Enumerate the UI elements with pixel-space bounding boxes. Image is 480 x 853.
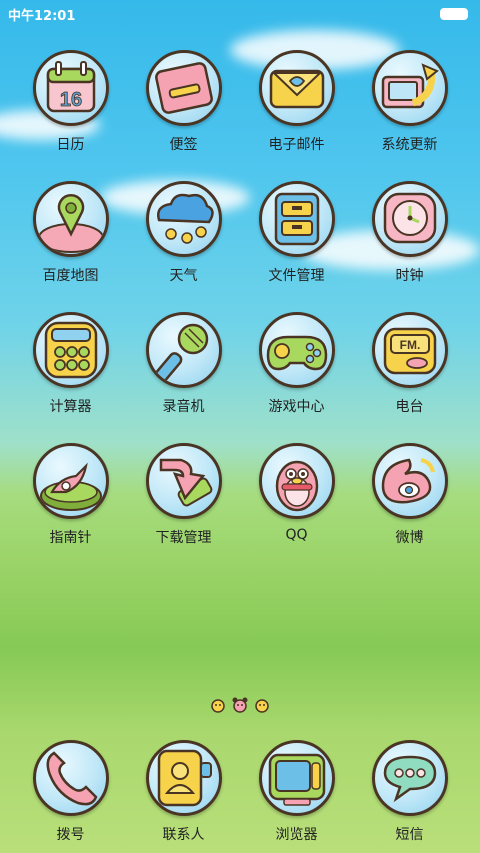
- app-calculator[interactable]: 计算器: [14, 312, 127, 443]
- status-bar: 中午12:01: [0, 0, 480, 28]
- app-label: 联系人: [162, 827, 205, 843]
- file-manager-icon: [258, 181, 335, 257]
- app-label: 录音机: [162, 399, 205, 415]
- app-label: 拨号: [56, 827, 85, 843]
- app-file-manager[interactable]: 文件管理: [240, 181, 353, 312]
- battery-icon: [440, 8, 468, 20]
- app-label: 指南针: [49, 530, 92, 546]
- app-label: 浏览器: [275, 827, 318, 843]
- weather-icon: [145, 181, 222, 257]
- app-system-update[interactable]: 系统更新: [353, 50, 466, 181]
- app-clock[interactable]: 时钟: [353, 181, 466, 312]
- app-notes[interactable]: 便签: [127, 50, 240, 181]
- app-recorder[interactable]: 录音机: [127, 312, 240, 443]
- app-qq[interactable]: QQ: [240, 443, 353, 574]
- app-compass[interactable]: 指南针: [14, 443, 127, 574]
- app-messages[interactable]: 短信: [353, 740, 466, 844]
- messages-icon: [371, 740, 448, 816]
- radio-icon: FM.: [371, 312, 448, 388]
- calendar-icon: 16: [32, 50, 109, 126]
- app-label: 电子邮件: [268, 137, 325, 153]
- app-label: 计算器: [49, 399, 92, 415]
- map-icon: [32, 181, 109, 257]
- app-label: 便签: [169, 137, 198, 153]
- app-radio[interactable]: FM. 电台: [353, 312, 466, 443]
- page-dot-icon: [254, 696, 270, 714]
- clock-icon: [371, 181, 448, 257]
- app-label: 微博: [395, 530, 424, 546]
- app-dialer[interactable]: 拨号: [14, 740, 127, 844]
- app-label: 百度地图: [42, 268, 99, 284]
- app-label: 短信: [395, 827, 424, 843]
- status-time: 中午12:01: [8, 8, 76, 24]
- app-calendar[interactable]: 16 日历: [14, 50, 127, 181]
- app-label: 天气: [169, 268, 198, 284]
- app-label: QQ: [285, 527, 308, 543]
- browser-icon: [258, 740, 335, 816]
- app-label: 文件管理: [268, 268, 325, 284]
- page-dot-active-icon: [232, 696, 248, 714]
- app-label: 时钟: [395, 268, 424, 284]
- system-update-icon: [371, 50, 448, 126]
- app-label: 下载管理: [155, 530, 212, 546]
- app-weather[interactable]: 天气: [127, 181, 240, 312]
- recorder-icon: [145, 312, 222, 388]
- phone-icon: [32, 740, 109, 816]
- app-browser[interactable]: 浏览器: [240, 740, 353, 844]
- app-grid: 16 日历 便签 电子邮件 系统更新 百度地图 天气 文件管理 时钟 计算器 录…: [14, 50, 466, 574]
- dock: 拨号 联系人 浏览器 短信: [14, 740, 466, 844]
- app-download-manager[interactable]: 下载管理: [127, 443, 240, 574]
- email-icon: [258, 50, 335, 126]
- contacts-icon: [145, 740, 222, 816]
- page-dot-icon: [210, 696, 226, 714]
- app-baidu-map[interactable]: 百度地图: [14, 181, 127, 312]
- app-game-center[interactable]: 游戏中心: [240, 312, 353, 443]
- svg-text:FM.: FM.: [399, 338, 420, 352]
- app-label: 日历: [56, 137, 85, 153]
- app-label: 电台: [395, 399, 424, 415]
- app-weibo[interactable]: 微博: [353, 443, 466, 574]
- notes-icon: [145, 50, 222, 126]
- app-email[interactable]: 电子邮件: [240, 50, 353, 181]
- app-contacts[interactable]: 联系人: [127, 740, 240, 844]
- qq-icon: [258, 443, 335, 519]
- weibo-icon: [371, 443, 448, 519]
- download-icon: [145, 443, 222, 519]
- svg-text:16: 16: [59, 89, 81, 111]
- app-label: 游戏中心: [268, 399, 325, 415]
- calculator-icon: [32, 312, 109, 388]
- page-indicator[interactable]: [0, 696, 480, 714]
- game-center-icon: [258, 312, 335, 388]
- compass-icon: [32, 443, 109, 519]
- app-label: 系统更新: [381, 137, 438, 153]
